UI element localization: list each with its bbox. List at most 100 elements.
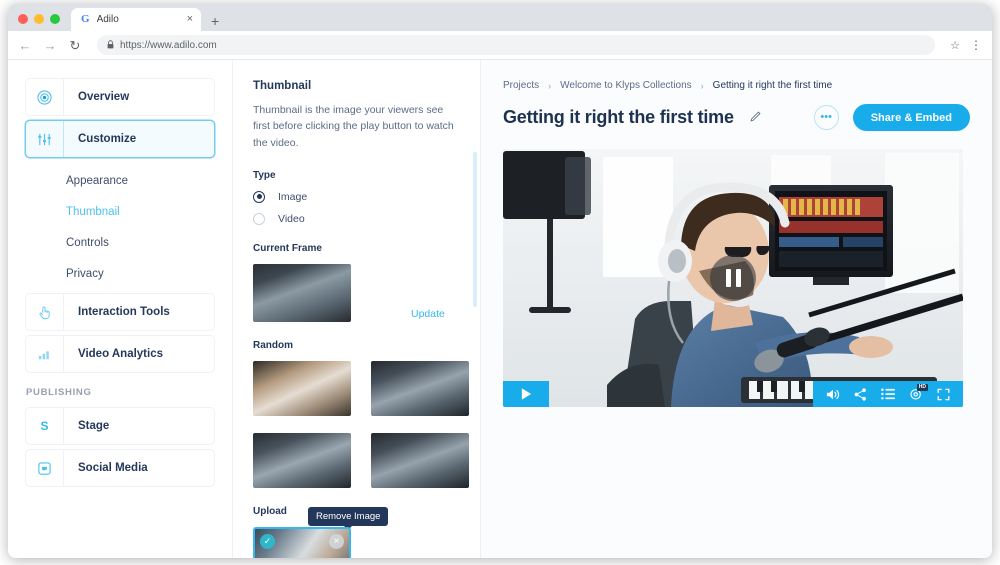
- chevron-right-icon: ›: [548, 80, 552, 91]
- sidebar-item-label: Overview: [78, 91, 130, 103]
- sidebar-item-label: Social Media: [78, 462, 148, 474]
- url-text: https://www.adilo.com: [120, 39, 217, 51]
- back-icon[interactable]: ←: [18, 39, 32, 52]
- sidebar-subitem-label: Thumbnail: [66, 205, 120, 218]
- breadcrumb-item-current: Getting it right the first time: [712, 80, 833, 91]
- google-g-icon: G: [81, 13, 90, 25]
- remove-image-tooltip: Remove Image: [308, 506, 389, 530]
- share-and-embed-button[interactable]: Share & Embed: [852, 104, 970, 131]
- sidebar-subitem-label: Controls: [66, 236, 109, 249]
- current-frame-thumbnail[interactable]: [253, 263, 351, 322]
- bookmark-star-icon[interactable]: ☆: [950, 39, 960, 52]
- sidebar-item-label: Video Analytics: [78, 348, 164, 360]
- sidebar-item-overview[interactable]: Overview: [25, 78, 215, 116]
- panel-title: Thumbnail: [253, 80, 312, 92]
- settings-hd-icon[interactable]: HD: [909, 384, 928, 401]
- browser-window: G Adilo × + ← → ↻ https://www.adilo.com …: [8, 4, 992, 558]
- target-circle-icon: [26, 79, 64, 115]
- random-thumbnail-2[interactable]: [371, 360, 469, 416]
- more-options-button[interactable]: •••: [813, 105, 839, 130]
- fullscreen-icon[interactable]: [937, 388, 950, 401]
- title-row: Getting it right the first time ••• Shar…: [503, 104, 970, 131]
- sidebar-subitem-appearance[interactable]: Appearance: [25, 165, 215, 196]
- address-bar[interactable]: https://www.adilo.com: [97, 35, 936, 55]
- current-frame-row: Update: [253, 263, 458, 322]
- random-thumbnail-grid: [253, 360, 469, 488]
- radio-option-video[interactable]: Video: [253, 212, 458, 225]
- tab-strip: G Adilo × +: [8, 4, 992, 31]
- bar-chart-icon: [26, 336, 64, 372]
- sidebar-item-video-analytics[interactable]: Video Analytics: [25, 335, 215, 373]
- close-window-button[interactable]: [18, 14, 28, 24]
- panel-scrollbar[interactable]: [473, 152, 477, 307]
- lock-icon: [107, 39, 114, 51]
- sidebar-subitem-controls[interactable]: Controls: [25, 227, 215, 258]
- panel-description: Thumbnail is the image your viewers see …: [253, 104, 454, 149]
- update-link[interactable]: Update: [411, 308, 445, 320]
- sidebar-item-label: Stage: [78, 420, 110, 432]
- volume-icon[interactable]: [826, 388, 840, 401]
- new-tab-button[interactable]: +: [211, 14, 219, 28]
- sidebar-item-label: Customize: [78, 133, 137, 145]
- sidebar-subitem-privacy[interactable]: Privacy: [25, 258, 215, 289]
- sliders-icon: [26, 121, 64, 157]
- check-icon: ✓: [260, 533, 275, 549]
- sidebar-subitem-label: Privacy: [66, 267, 104, 280]
- player-right-controls: HD: [813, 381, 963, 407]
- maximize-window-button[interactable]: [50, 14, 60, 24]
- reload-icon[interactable]: ↻: [68, 39, 82, 52]
- play-button[interactable]: [503, 381, 549, 407]
- radio-icon[interactable]: [253, 190, 265, 203]
- sidebar-item-stage[interactable]: S Stage: [25, 407, 215, 445]
- share-icon[interactable]: [854, 387, 867, 401]
- thumbnail-settings-panel: Thumbnail Thumbnail is the image your vi…: [233, 60, 481, 558]
- sidebar-item-label: Interaction Tools: [78, 306, 170, 318]
- random-thumbnail-3[interactable]: [253, 432, 351, 488]
- sidebar-section-publishing: PUBLISHING: [26, 387, 92, 398]
- forward-icon[interactable]: →: [43, 39, 57, 52]
- content-panel: Projects › Welcome to Klyps Collections …: [481, 60, 992, 558]
- breadcrumb: Projects › Welcome to Klyps Collections …: [503, 80, 970, 91]
- sidebar: Overview Customize Appearance Thumbnail …: [8, 60, 233, 558]
- upload-thumbnail-wrap: Remove Image ✓ ×: [253, 506, 458, 558]
- s-glyph: S: [40, 419, 49, 433]
- sidebar-subnav: Appearance Thumbnail Controls Privacy: [25, 162, 215, 293]
- pencil-icon[interactable]: [749, 110, 762, 126]
- browser-menu-icon[interactable]: ⋮: [970, 39, 982, 51]
- sidebar-item-interaction-tools[interactable]: Interaction Tools: [25, 293, 215, 331]
- app-body: Overview Customize Appearance Thumbnail …: [8, 60, 992, 558]
- playlist-icon[interactable]: [881, 388, 895, 400]
- sidebar-item-social-media[interactable]: Social Media: [25, 449, 215, 487]
- video-player[interactable]: HD: [503, 149, 963, 407]
- click-hand-icon: [26, 294, 64, 330]
- breadcrumb-item-collection[interactable]: Welcome to Klyps Collections: [560, 80, 692, 91]
- remove-image-button[interactable]: ×: [329, 533, 344, 549]
- sidebar-subitem-label: Appearance: [66, 174, 129, 187]
- current-frame-label: Current Frame: [253, 242, 322, 254]
- uploaded-thumbnail[interactable]: ✓ ×: [253, 526, 351, 558]
- window-traffic-lights: [18, 14, 60, 31]
- pause-bar-left: [725, 269, 731, 287]
- breadcrumb-item-projects[interactable]: Projects: [503, 80, 539, 91]
- browser-tab[interactable]: G Adilo ×: [71, 8, 201, 31]
- sidebar-item-customize[interactable]: Customize: [25, 120, 215, 158]
- radio-label: Video: [278, 212, 305, 225]
- hd-badge: HD: [916, 384, 928, 391]
- toolbar-right-actions: ☆ ⋮: [950, 39, 982, 52]
- browser-toolbar: ← → ↻ https://www.adilo.com ☆ ⋮: [8, 31, 992, 60]
- chevron-right-icon: ›: [700, 80, 704, 91]
- close-icon[interactable]: ×: [187, 14, 193, 25]
- radio-icon[interactable]: [253, 212, 265, 225]
- radio-option-image[interactable]: Image: [253, 190, 458, 203]
- random-label: Random: [253, 339, 293, 351]
- sidebar-subitem-thumbnail[interactable]: Thumbnail: [25, 196, 215, 227]
- play-icon: [521, 388, 531, 400]
- random-thumbnail-1[interactable]: [253, 360, 351, 416]
- s-letter-icon: S: [26, 408, 64, 444]
- pause-button[interactable]: [710, 255, 756, 301]
- random-thumbnail-4[interactable]: [371, 432, 469, 488]
- tab-title: Adilo: [96, 14, 119, 25]
- pause-bar-right: [735, 269, 741, 287]
- radio-label: Image: [278, 190, 308, 203]
- minimize-window-button[interactable]: [34, 14, 44, 24]
